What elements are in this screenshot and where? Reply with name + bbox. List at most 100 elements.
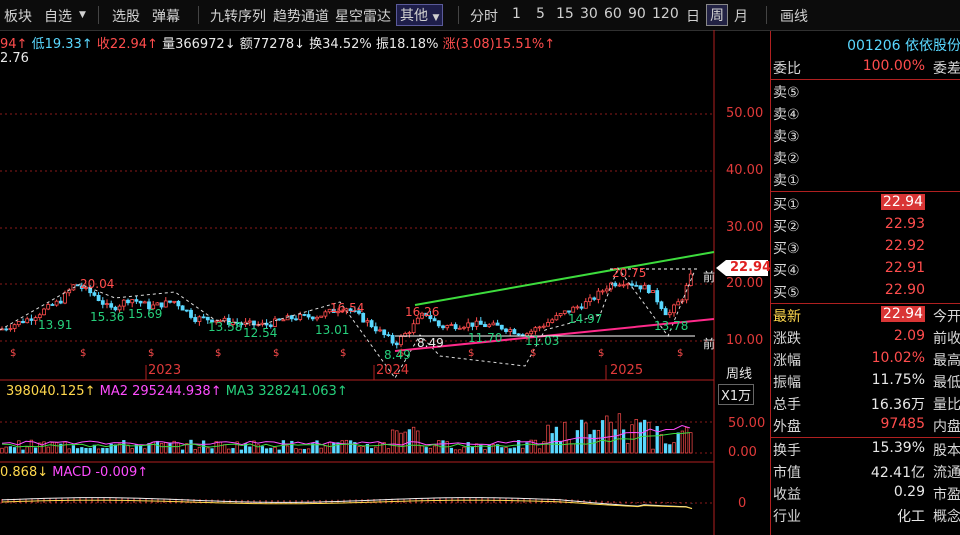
chevron-down-icon: ▼ (432, 13, 440, 23)
dividend-marker: $ (80, 348, 86, 359)
period-fenshi[interactable]: 分时 (470, 6, 498, 26)
stat-outer: 外盘 97485 内盘 (773, 416, 960, 435)
volume-bar (273, 446, 277, 454)
candle-body (579, 306, 584, 309)
volume-bar (605, 415, 609, 454)
period-120[interactable]: 120 (652, 6, 679, 22)
sell-1[interactable]: 卖① (771, 168, 960, 190)
candle-body (8, 328, 13, 330)
candle-body (369, 320, 374, 328)
toolbar-xuangu[interactable]: 选股 (112, 6, 140, 26)
toolbar-other-select[interactable]: 其他 ▼ (396, 4, 444, 26)
volume-bar (50, 442, 55, 454)
volume-bar (218, 441, 223, 454)
candle-body (470, 322, 475, 327)
candle-body (604, 288, 609, 292)
volume-bar (143, 448, 147, 454)
candle-body (516, 333, 521, 336)
candle-body (58, 300, 63, 304)
candle-body (651, 290, 655, 293)
candle-body (575, 306, 580, 309)
candle-body (562, 310, 567, 314)
period-15[interactable]: 15 (556, 6, 574, 22)
buy-1[interactable]: 买① 22.94 (771, 192, 960, 214)
sell-4[interactable]: 卖④ (771, 102, 960, 124)
macd-value: MACD -0.009↑ (52, 465, 149, 480)
bottom-tag-text: 前 (703, 337, 716, 351)
volume-bar (0, 447, 4, 454)
candle-body (638, 285, 643, 290)
period-day[interactable]: 日 (686, 6, 700, 26)
volume-bar (567, 439, 571, 454)
period-1[interactable]: 1 (512, 6, 521, 22)
label-low-8: 8.49 (417, 336, 444, 350)
volume-bar (453, 449, 458, 454)
sell-3[interactable]: 卖③ (771, 124, 960, 146)
candle-body (168, 300, 172, 303)
toolbar-xingkong[interactable]: 星空雷达 (335, 6, 391, 26)
volume-bar (277, 449, 281, 454)
period-5[interactable]: 5 (536, 6, 545, 22)
chevron-down-icon[interactable]: ▼ (79, 10, 86, 20)
candle-body (415, 317, 420, 325)
price-axis-10: 10.00 (726, 333, 764, 348)
period-90[interactable]: 90 (628, 6, 646, 22)
toolbar-zixuan[interactable]: 自选 (44, 6, 72, 26)
volume-bar (563, 421, 567, 454)
label-low-6: 13.01 (315, 323, 350, 337)
candle-body (323, 311, 328, 317)
candle-body (642, 284, 647, 290)
volume-bar (88, 447, 92, 454)
toolbar-draw-line[interactable]: 画线 (780, 6, 808, 26)
toolbar-danmu[interactable]: 弹幕 (152, 6, 180, 26)
sell-2[interactable]: 卖② (771, 146, 960, 168)
volume-bar (512, 447, 517, 454)
candle-body (373, 326, 378, 332)
volume-bar (227, 448, 231, 454)
weibi-row: 委比 100.00% 委差 (773, 58, 960, 77)
period-60[interactable]: 60 (604, 6, 622, 22)
candle-body (184, 309, 189, 312)
stat-change: 涨跌 2.09 前收 (773, 328, 960, 347)
volume-bar (571, 443, 575, 454)
macd-dif: 0.868↓ (0, 465, 49, 480)
period-month[interactable]: 月 (734, 6, 748, 26)
volume-bar (210, 448, 214, 454)
buy-4[interactable]: 买④ 22.91 (771, 258, 960, 280)
toolbar-qushi[interactable]: 趋势通道 (273, 6, 329, 26)
macd-lines (0, 497, 714, 510)
volume-bar (21, 449, 25, 454)
dividend-marker: $ (10, 348, 16, 359)
stat-total-volume: 总手 16.36万 量比 (773, 397, 960, 413)
candle-body (289, 315, 294, 320)
candle-body (512, 329, 517, 335)
candle-body (138, 300, 143, 304)
volume-bar (458, 449, 462, 454)
dividend-marker: $ (598, 348, 604, 359)
macd-axis-0: 0 (738, 496, 747, 511)
candle-body (655, 290, 660, 303)
volume-bar (260, 446, 265, 454)
buy-5[interactable]: 买⑤ 22.90 (771, 280, 960, 302)
volume-bar (189, 439, 193, 454)
volume-bar (378, 442, 382, 454)
period-week[interactable]: 周 (706, 4, 728, 26)
sell-5[interactable]: 卖⑤ (771, 80, 960, 102)
price-axis-20: 20.00 (726, 276, 764, 291)
buy-3[interactable]: 买③ 22.92 (771, 236, 960, 258)
volume-bar (449, 447, 454, 454)
candle-body (298, 314, 303, 320)
period-30[interactable]: 30 (580, 6, 598, 22)
candle-body (193, 317, 198, 322)
kline-chart[interactable]: $ $ $ $ $ $ $ $ $ $ $ (0, 30, 770, 535)
buy-2[interactable]: 买② 22.93 (771, 214, 960, 236)
volume-bar (122, 440, 126, 454)
candle-body (550, 319, 555, 323)
volume-bar (626, 442, 630, 454)
year-2024: 2024 (376, 363, 410, 378)
volume-bar (193, 449, 197, 454)
candle-body (445, 325, 450, 329)
toolbar-bankuai[interactable]: 板块 (4, 6, 32, 26)
toolbar-jiuzhuan[interactable]: 九转序列 (210, 6, 266, 26)
volume-axis-50: 50.00 (728, 416, 766, 431)
